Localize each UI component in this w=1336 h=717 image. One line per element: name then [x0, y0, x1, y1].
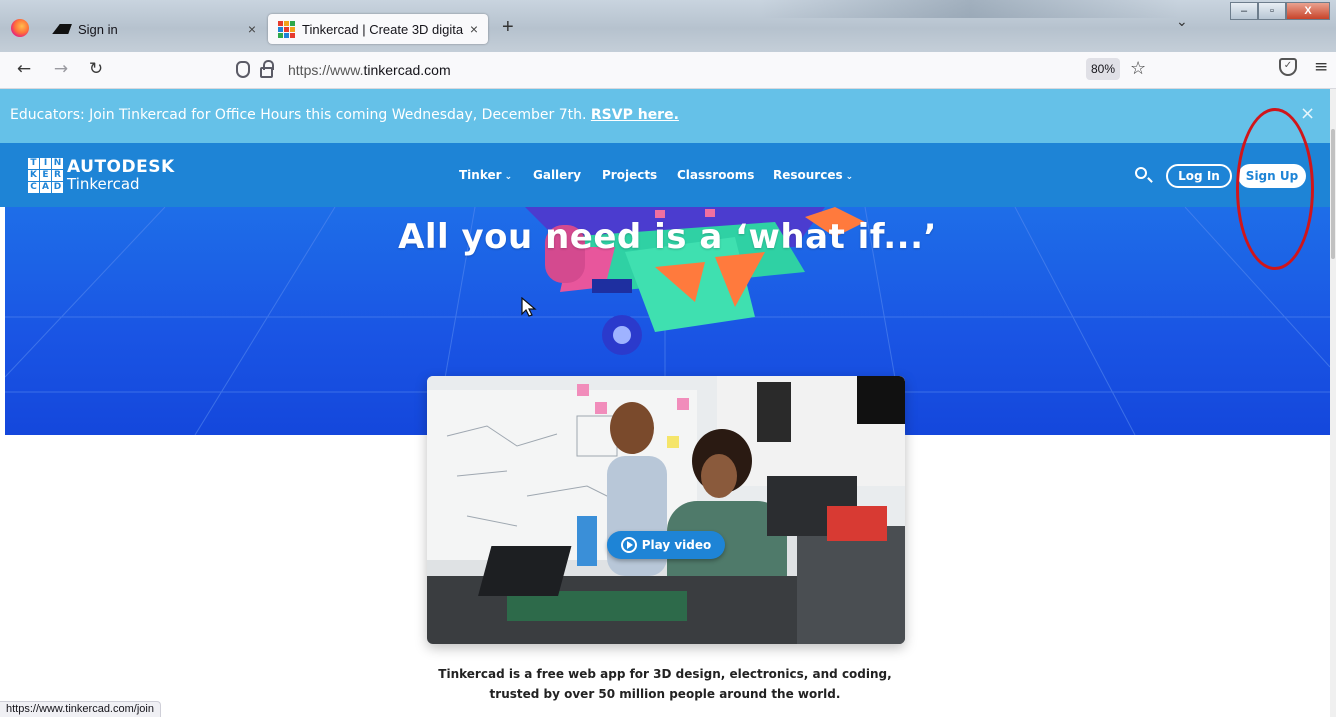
logo-letter: I [40, 158, 51, 169]
window-close-button[interactable]: X [1286, 2, 1330, 20]
play-video-button[interactable]: Play video [607, 531, 725, 559]
star-icon[interactable]: ☆ [1130, 58, 1146, 79]
play-video-label: Play video [641, 538, 712, 552]
pocket-icon[interactable]: ✓ [1279, 58, 1297, 76]
video-thumbnail-image [427, 376, 905, 644]
reload-icon[interactable]: ↻ [85, 59, 107, 79]
list-all-tabs-icon[interactable]: ⌄ [1176, 14, 1188, 30]
zoom-level-button[interactable]: 80% [1086, 58, 1120, 80]
nav-resources[interactable]: Resources ⌄ [773, 168, 853, 182]
logo-letter: D [52, 182, 63, 193]
back-arrow-icon[interactable]: ← [13, 59, 35, 79]
tab-close-icon[interactable]: × [242, 21, 262, 37]
brand-autodesk[interactable]: AUTODESK [67, 157, 175, 177]
nav-gallery[interactable]: Gallery [533, 168, 581, 182]
annotation-ellipse [1236, 108, 1314, 270]
close-icon[interactable]: × [1300, 103, 1315, 124]
logo-letter: K [28, 170, 39, 181]
video-thumbnail[interactable] [427, 376, 905, 644]
tab-title: Tinkercad | Create 3D digital de [302, 21, 464, 37]
logo-letter: C [28, 182, 39, 193]
window-controls: – ▫ X [1230, 2, 1330, 20]
chevron-down-icon: ⌄ [504, 172, 513, 182]
scrollbar-thumb[interactable] [1331, 129, 1335, 259]
brand-tinkercad[interactable]: Tinkercad [67, 175, 140, 193]
logo-letter: A [40, 182, 51, 193]
new-tab-button[interactable]: + [502, 16, 514, 39]
forward-arrow-icon[interactable]: → [50, 59, 72, 79]
nav-projects[interactable]: Projects [602, 168, 657, 182]
rsvp-link[interactable]: RSVP here. [591, 107, 679, 123]
site-header: T I N K E R C A D AUTODESK Tinkercad Tin… [0, 143, 1330, 207]
nav-label: Resources [773, 168, 843, 182]
menu-icon[interactable]: ≡ [1314, 57, 1328, 77]
lock-icon[interactable] [260, 60, 274, 78]
minimize-button[interactable]: – [1230, 2, 1258, 20]
announcement-banner: Educators: Join Tinkercad for Office Hou… [0, 89, 1330, 143]
status-bar-url: https://www.tinkercad.com/join [0, 701, 161, 717]
tab-tinkercad[interactable]: Tinkercad | Create 3D digital de × [268, 14, 488, 44]
logo-letter: T [28, 158, 39, 169]
logo-letter: E [40, 170, 51, 181]
tagline-text: Tinkercad is a free web app for 3D desig… [438, 667, 892, 701]
chevron-down-icon: ⌄ [845, 172, 854, 182]
login-button[interactable]: Log In [1166, 164, 1232, 188]
nav-classrooms[interactable]: Classrooms [677, 168, 754, 182]
url-bar[interactable]: https://www.tinkercad.com [230, 57, 1160, 85]
firefox-icon[interactable] [11, 19, 29, 37]
browser-tab-strip: Sign in × Tinkercad | Create 3D digital … [0, 0, 1336, 52]
play-icon [620, 537, 637, 553]
tab-close-icon[interactable]: × [464, 21, 484, 37]
logo-letter: R [52, 170, 63, 181]
tinkercad-favicon-icon [278, 21, 295, 38]
announcement-text: Educators: Join Tinkercad for Office Hou… [10, 107, 679, 123]
nav-tinker[interactable]: Tinker ⌄ [459, 168, 512, 182]
page-scrollbar[interactable] [1330, 89, 1336, 717]
maximize-button[interactable]: ▫ [1258, 2, 1286, 20]
tinkercad-logo[interactable]: T I N K E R C A D [28, 158, 63, 193]
autodesk-favicon-icon [54, 21, 70, 37]
shield-icon[interactable] [236, 61, 250, 78]
mouse-cursor-icon [521, 297, 537, 317]
nav-label: Tinker [459, 168, 502, 182]
search-icon[interactable] [1135, 167, 1147, 179]
tab-title: Sign in [78, 21, 118, 37]
hero-title: All you need is a ‘what if...’ [398, 217, 937, 257]
tab-sign-in[interactable]: Sign in × [44, 14, 266, 44]
logo-letter: N [52, 158, 63, 169]
url-text[interactable]: https://www.tinkercad.com [288, 62, 451, 78]
